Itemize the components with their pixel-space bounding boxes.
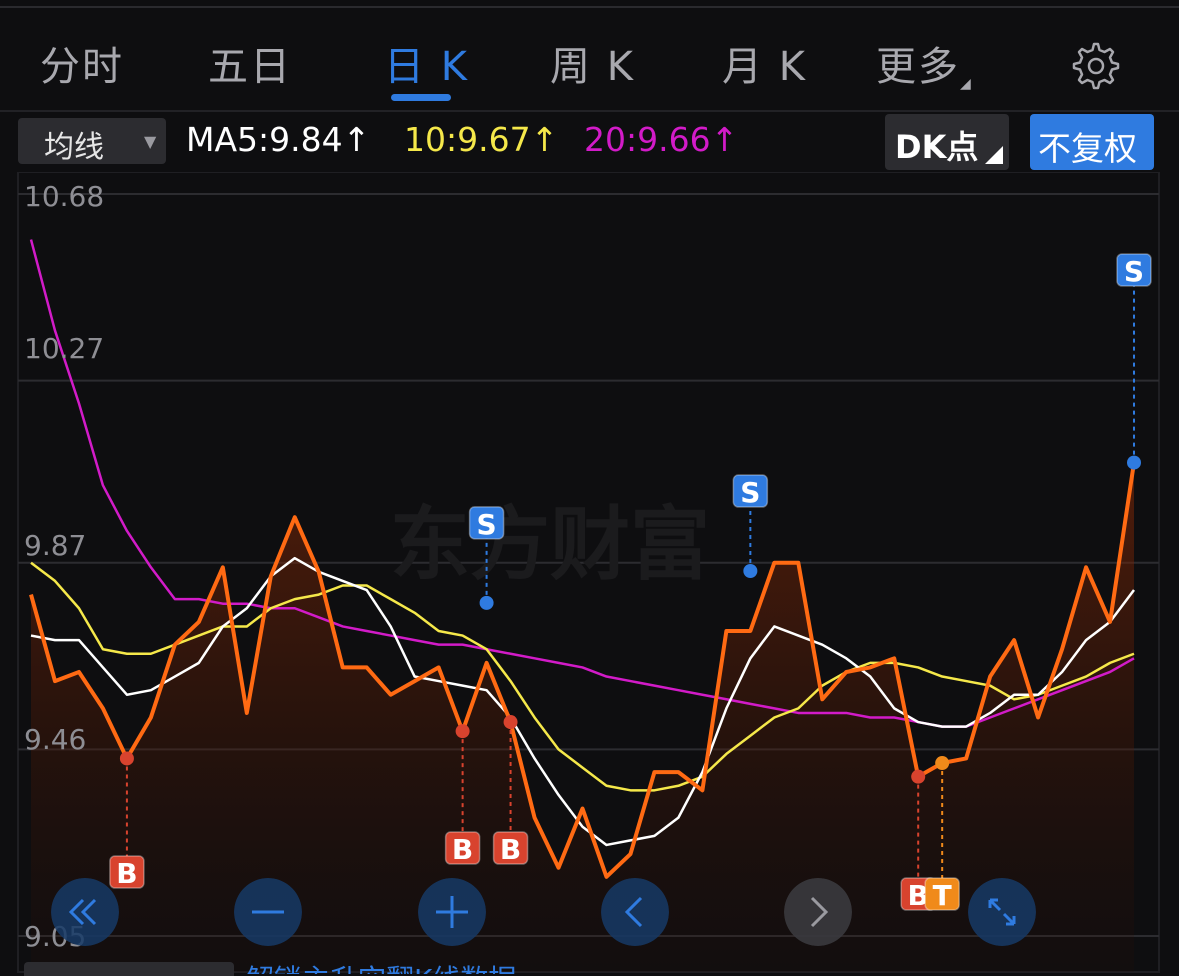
tab-more[interactable]: 更多◢ — [876, 34, 973, 92]
gear-icon[interactable] — [1066, 38, 1122, 94]
corner-triangle-icon — [985, 146, 1003, 164]
fuquan-label: 不复权 — [1038, 129, 1137, 168]
signal-dot — [1127, 455, 1141, 470]
expand-icon[interactable] — [968, 878, 1036, 946]
signal-dot — [743, 564, 758, 579]
plus-icon[interactable] — [418, 878, 486, 946]
signal-dot — [479, 595, 494, 610]
caret-icon: ◢ — [960, 76, 973, 92]
tab-intraday[interactable]: 分时 — [40, 34, 124, 92]
signal-dot — [455, 724, 470, 739]
indicator-bar: 均线 ▼ MA5:9.84↑ 10:9.67↑ 20:9.66↑ DK点 不复权 — [0, 114, 1179, 172]
y-tick-label: 9.46 — [24, 723, 87, 756]
top-divider — [0, 6, 1179, 8]
double-left-icon[interactable] — [51, 878, 119, 946]
signal-label: B — [500, 833, 521, 866]
y-tick-label: 10.68 — [24, 180, 105, 213]
tab-five-day[interactable]: 五日 — [208, 34, 292, 92]
tabs-divider — [0, 110, 1179, 112]
watermark: 东方财富 — [390, 498, 710, 591]
signal-label: S — [1124, 255, 1144, 288]
dk-point-label: DK点 — [895, 128, 979, 166]
chevron-right-icon[interactable] — [784, 878, 852, 946]
tab-daily-k[interactable]: 日 K — [384, 34, 469, 92]
dropdown-caret-icon: ▼ — [144, 132, 157, 151]
signal-label: B — [116, 857, 137, 890]
signal-label: S — [477, 508, 497, 541]
signal-dot — [911, 769, 926, 784]
y-tick-label: 10.27 — [24, 332, 105, 365]
minus-icon[interactable] — [234, 878, 302, 946]
signal-label: S — [740, 476, 760, 509]
kline-chart[interactable]: 东方财富 BBBSSBTS 10.68 10.27 9.87 9.46 9.05 — [0, 172, 1179, 974]
signal-label: T — [933, 879, 952, 912]
tab-more-label: 更多 — [876, 44, 960, 90]
indicator-dropdown-label: 均线 — [44, 130, 104, 165]
ma10-value: 10:9.67↑ — [404, 120, 559, 159]
tab-monthly-k[interactable]: 月 K — [722, 34, 807, 92]
ma5-value: MA5:9.84↑ — [186, 120, 371, 159]
signal-dot — [935, 756, 950, 771]
fuquan-button[interactable]: 不复权 — [1030, 114, 1154, 170]
signal-dot — [119, 751, 134, 766]
signal-label: B — [452, 833, 473, 866]
chevron-left-icon[interactable] — [601, 878, 669, 946]
signal-dot — [503, 715, 518, 730]
indicator-dropdown[interactable]: 均线 ▼ — [18, 118, 166, 165]
period-tabs: 分时 五日 日 K 周 K 月 K 更多◢ — [0, 24, 1179, 104]
dk-point-button[interactable]: DK点 — [885, 114, 1009, 170]
bottom-promo-link[interactable]: 解锁主升空翻K线数据 — [246, 958, 516, 974]
chart-canvas[interactable]: 东方财富 BB BSSB TS — [0, 172, 1179, 974]
ma20-value: 20:9.66↑ — [584, 120, 739, 159]
active-tab-indicator — [391, 94, 451, 101]
y-tick-label: 9.87 — [24, 529, 87, 562]
tab-weekly-k[interactable]: 周 K — [550, 34, 635, 92]
